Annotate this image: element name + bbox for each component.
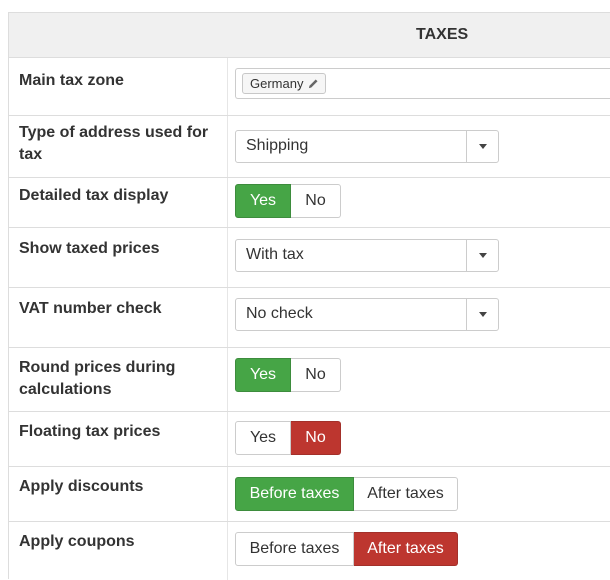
round-prices-toggle: Yes No bbox=[235, 358, 341, 392]
row-apply-coupons: Apply coupons Before taxes After taxes bbox=[9, 522, 610, 580]
section-title: TAXES bbox=[416, 26, 469, 43]
row-show-taxed-prices: Show taxed prices With tax bbox=[9, 228, 610, 288]
row-apply-discounts: Apply discounts Before taxes After taxes bbox=[9, 467, 610, 522]
apply-discounts-label: Apply discounts bbox=[19, 478, 144, 495]
caret-down-icon[interactable] bbox=[466, 131, 498, 162]
zone-tag-label: Germany bbox=[250, 76, 304, 91]
apply-coupons-label: Apply coupons bbox=[19, 533, 135, 550]
address-type-label: Type of address used for tax bbox=[19, 124, 209, 163]
row-round-prices: Round prices during calculations Yes No bbox=[9, 348, 610, 412]
discounts-after-taxes-button[interactable]: After taxes bbox=[354, 477, 458, 511]
taxes-panel: TAXES Main tax zone Germany Type of addr… bbox=[8, 12, 610, 580]
row-vat-check: VAT number check No check bbox=[9, 288, 610, 348]
apply-coupons-toggle: Before taxes After taxes bbox=[235, 532, 458, 566]
round-prices-no-button[interactable]: No bbox=[291, 358, 341, 392]
floating-tax-yes-button[interactable]: Yes bbox=[235, 421, 291, 455]
show-taxed-prices-select[interactable]: With tax bbox=[235, 239, 499, 272]
row-address-type: Type of address used for tax Shipping bbox=[9, 116, 610, 178]
address-type-select[interactable]: Shipping bbox=[235, 130, 499, 163]
pencil-icon[interactable] bbox=[308, 78, 319, 89]
vat-check-label: VAT number check bbox=[19, 300, 162, 317]
vat-check-select[interactable]: No check bbox=[235, 298, 499, 331]
show-taxed-prices-value: With tax bbox=[246, 246, 304, 263]
row-main-tax-zone: Main tax zone Germany bbox=[9, 58, 610, 116]
floating-tax-toggle: Yes No bbox=[235, 421, 341, 455]
section-header: TAXES bbox=[9, 13, 610, 58]
apply-discounts-toggle: Before taxes After taxes bbox=[235, 477, 458, 511]
row-detailed-tax-display: Detailed tax display Yes No bbox=[9, 178, 610, 228]
coupons-before-taxes-button[interactable]: Before taxes bbox=[235, 532, 354, 566]
address-type-value: Shipping bbox=[246, 137, 309, 154]
detailed-tax-yes-button[interactable]: Yes bbox=[235, 184, 291, 218]
floating-tax-label: Floating tax prices bbox=[19, 423, 161, 440]
detailed-tax-no-button[interactable]: No bbox=[291, 184, 341, 218]
main-tax-zone-label: Main tax zone bbox=[19, 72, 124, 89]
round-prices-yes-button[interactable]: Yes bbox=[235, 358, 291, 392]
main-tax-zone-input[interactable]: Germany bbox=[235, 68, 610, 99]
caret-down-icon[interactable] bbox=[466, 299, 498, 330]
caret-down-icon[interactable] bbox=[466, 240, 498, 271]
row-floating-tax: Floating tax prices Yes No bbox=[9, 412, 610, 467]
round-prices-label: Round prices during calculations bbox=[19, 359, 176, 398]
detailed-tax-display-toggle: Yes No bbox=[235, 184, 341, 218]
vat-check-value: No check bbox=[246, 305, 313, 322]
coupons-after-taxes-button[interactable]: After taxes bbox=[354, 532, 458, 566]
floating-tax-no-button[interactable]: No bbox=[291, 421, 341, 455]
discounts-before-taxes-button[interactable]: Before taxes bbox=[235, 477, 354, 511]
zone-tag[interactable]: Germany bbox=[242, 73, 327, 94]
show-taxed-prices-label: Show taxed prices bbox=[19, 240, 160, 257]
detailed-tax-display-label: Detailed tax display bbox=[19, 187, 169, 204]
